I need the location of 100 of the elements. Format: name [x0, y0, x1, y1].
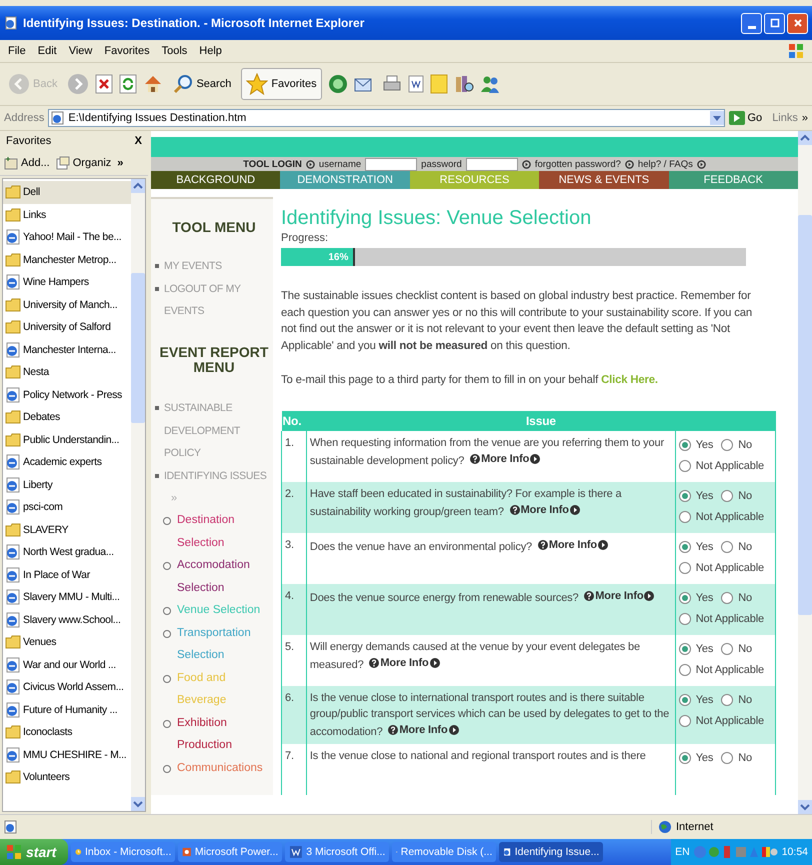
forward-icon[interactable]	[67, 73, 90, 95]
close-button[interactable]: X	[134, 135, 142, 147]
radio-button[interactable]	[721, 540, 734, 552]
forgotten-password-link[interactable]: forgotten password?	[534, 158, 621, 170]
go-button[interactable]: Go	[728, 111, 762, 125]
favorite-item[interactable]: Academic experts	[3, 451, 131, 474]
more-info-link[interactable]: More Info	[510, 502, 580, 518]
submenu-link[interactable]: Exhibition Production	[177, 712, 273, 757]
favorite-item[interactable]: Volunteers	[3, 766, 131, 788]
radio-button[interactable]	[678, 438, 691, 450]
more-info-link[interactable]: More Info	[584, 588, 654, 604]
address-field[interactable]: E:\Identifying Issues Destination.htm	[48, 109, 724, 127]
menu-item[interactable]: Favorites	[104, 45, 150, 57]
links-button[interactable]: Links	[772, 112, 798, 124]
favorite-item[interactable]: University of Salford	[3, 316, 131, 338]
submenu-link[interactable]: Accomodation Selection	[177, 554, 273, 600]
radio-button[interactable]	[721, 694, 734, 706]
radio-button[interactable]	[678, 540, 691, 552]
close-button[interactable]	[787, 12, 808, 34]
favorite-item[interactable]: North West gradua...	[3, 541, 131, 564]
favorite-item[interactable]: Policy Network - Press	[3, 384, 131, 406]
scroll-thumb[interactable]	[131, 273, 145, 423]
people-icon[interactable]	[480, 74, 500, 94]
organize-button[interactable]: Organiz	[56, 156, 112, 170]
search-button[interactable]: Search	[169, 72, 236, 96]
taskbar-button[interactable]: Microsoft Power...	[178, 842, 282, 862]
refresh-icon[interactable]	[119, 74, 138, 94]
menu-item[interactable]: Tools	[162, 45, 188, 57]
radio-button[interactable]	[721, 752, 734, 764]
favorite-item[interactable]: Civicus World Assem...	[3, 676, 131, 698]
nav-tab[interactable]: NEWS & EVENTS	[539, 171, 669, 189]
radio-button[interactable]	[678, 664, 691, 676]
favorite-item[interactable]: Slavery MMU - Multi...	[3, 586, 131, 608]
favorite-item[interactable]: Manchester Metrop...	[3, 248, 131, 271]
favorite-item[interactable]: Manchester Interna...	[3, 338, 131, 361]
more-info-link[interactable]: More Info	[538, 536, 608, 552]
media-icon[interactable]	[328, 74, 348, 94]
tray-icons-drawing[interactable]	[694, 845, 778, 859]
stop-icon[interactable]	[95, 74, 114, 94]
favorite-item[interactable]: Future of Humanity ...	[3, 698, 131, 721]
radio-button[interactable]	[678, 642, 691, 654]
add-button[interactable]: Add...	[4, 156, 50, 170]
submenu-link[interactable]: Destination Selection	[177, 509, 273, 554]
note-icon[interactable]	[430, 74, 448, 94]
more-info-link[interactable]: More Info	[369, 654, 440, 670]
favorite-item[interactable]: Nesta	[3, 361, 131, 384]
radio-button[interactable]	[678, 562, 691, 574]
password-field[interactable]	[466, 158, 518, 170]
taskbar-button[interactable]: Removable Disk (...	[392, 842, 496, 862]
favorite-item[interactable]: Liberty	[3, 474, 131, 496]
favorite-item[interactable]: psci-com	[3, 496, 131, 518]
more-info-link[interactable]: More Info	[470, 450, 540, 466]
help-link[interactable]: help? / FAQs	[638, 158, 693, 170]
scrollbar[interactable]	[131, 179, 145, 811]
scroll-thumb[interactable]	[798, 215, 812, 615]
maximize-button[interactable]	[764, 12, 785, 34]
radio-button[interactable]	[678, 694, 691, 706]
radio-button[interactable]	[678, 612, 691, 624]
minimize-button[interactable]	[741, 12, 762, 34]
favorite-item[interactable]: Public Understandin...	[3, 428, 131, 451]
menu-item[interactable]: File	[8, 45, 26, 57]
favorites-button[interactable]: Favorites	[241, 68, 322, 100]
taskbar-button[interactable]: Inbox - Microsoft...	[71, 842, 176, 862]
dropdown-icon[interactable]	[710, 111, 724, 125]
radio-button[interactable]	[678, 752, 691, 764]
taskbar-button[interactable]: 3 Microsoft Offi...	[285, 842, 390, 862]
nav-tab[interactable]: BACKGROUND	[151, 171, 280, 189]
document-icon[interactable]	[408, 75, 424, 93]
radio-button[interactable]	[678, 510, 691, 522]
radio-button[interactable]	[721, 490, 734, 502]
favorite-item[interactable]: Dell	[3, 181, 131, 204]
favorite-item[interactable]: Debates	[3, 406, 131, 428]
scroll-up-icon[interactable]	[798, 131, 812, 145]
favorite-item[interactable]: University of Manch...	[3, 294, 131, 316]
chevron-button[interactable]: »	[802, 112, 808, 124]
scrollbar[interactable]	[798, 131, 812, 814]
favorite-item[interactable]: Slavery www.School...	[3, 608, 131, 631]
favorite-item[interactable]: Venues	[3, 631, 131, 654]
radio-button[interactable]	[721, 642, 734, 654]
radio-button[interactable]	[721, 592, 734, 604]
books-icon[interactable]	[454, 74, 474, 94]
favorite-item[interactable]: SLAVERY	[3, 518, 131, 541]
home-icon[interactable]	[143, 74, 164, 94]
favorite-item[interactable]: Links	[3, 204, 131, 226]
radio-button[interactable]	[678, 592, 691, 604]
scroll-down-icon[interactable]	[131, 797, 145, 811]
favorite-item[interactable]: MMU CHESHIRE - M...	[3, 744, 131, 766]
menu-item[interactable]: View	[68, 45, 92, 57]
radio-button[interactable]	[678, 490, 691, 502]
more-info-link[interactable]: More Info	[388, 722, 459, 738]
radio-button[interactable]	[678, 714, 691, 726]
favorite-item[interactable]: Wine Hampers	[3, 271, 131, 294]
username-field[interactable]	[365, 158, 418, 170]
radio-button[interactable]	[678, 460, 691, 472]
menu-item[interactable]: Help	[199, 45, 222, 57]
favorite-item[interactable]: Iconoclasts	[3, 721, 131, 744]
chevron-button[interactable]: »	[117, 157, 124, 169]
favorite-item[interactable]: War and our World ...	[3, 654, 131, 676]
scroll-down-icon[interactable]	[798, 800, 812, 814]
scroll-up-icon[interactable]	[131, 179, 145, 193]
